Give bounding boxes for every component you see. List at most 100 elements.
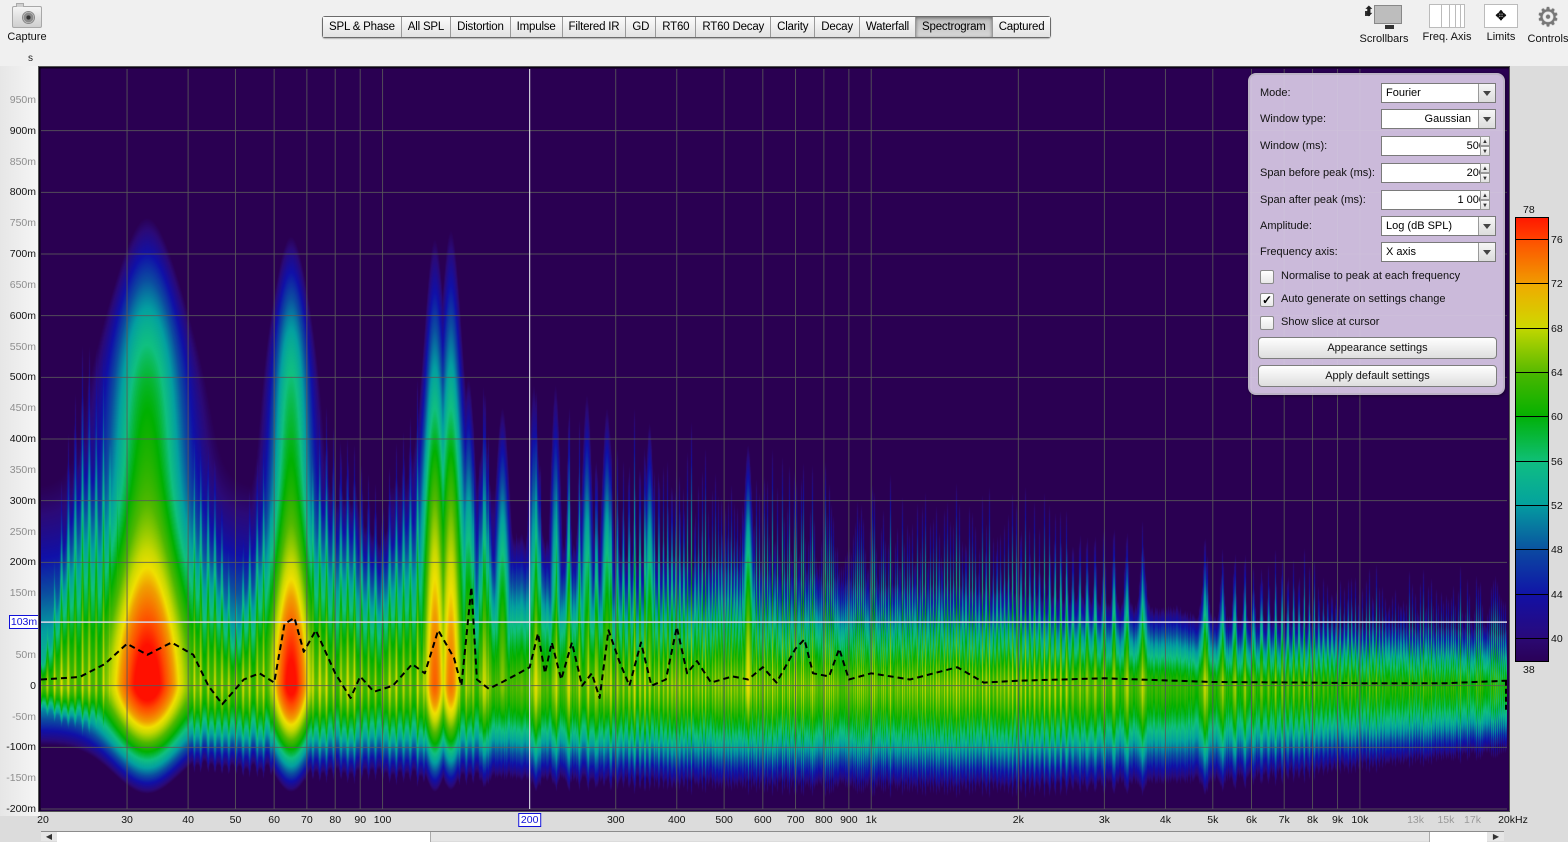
window-ms-label: Window (ms): bbox=[1260, 140, 1328, 152]
scrollbars-button[interactable]: Scrollbars bbox=[1356, 3, 1412, 45]
y-axis-unit: s bbox=[28, 53, 33, 64]
y-tick-label: 500m bbox=[9, 371, 36, 384]
colorbar-tick-label: 52 bbox=[1551, 499, 1563, 512]
y-tick-label: 750m bbox=[9, 217, 36, 230]
controls-button[interactable]: ⚙ Controls bbox=[1526, 4, 1568, 45]
tab-distortion[interactable]: Distortion bbox=[451, 17, 511, 37]
span-before-stepper[interactable]: ▲ ▼ bbox=[1480, 163, 1490, 183]
amplitude-value: Log (dB SPL) bbox=[1386, 220, 1453, 232]
stepper-down-icon[interactable]: ▼ bbox=[1480, 200, 1490, 210]
x-axis[interactable]: 20 30 40 50 60 70 80 90 100 300 400 500 600 700 800 900… bbox=[0, 812, 1568, 828]
colorbar-band bbox=[1516, 638, 1548, 661]
y-tick-label: 200m bbox=[9, 556, 36, 569]
span-after-input[interactable]: 1 000 bbox=[1381, 190, 1490, 210]
x-tick-label: 100 bbox=[373, 814, 392, 826]
frequency-axis-label: Frequency axis: bbox=[1260, 246, 1338, 258]
colorbar-band bbox=[1516, 461, 1548, 506]
colorbar-band bbox=[1516, 505, 1548, 551]
chevron-down-icon[interactable] bbox=[1478, 217, 1495, 235]
checkbox-box[interactable] bbox=[1260, 270, 1274, 284]
span-before-input[interactable]: 200 bbox=[1381, 163, 1490, 183]
colorbar-band bbox=[1516, 240, 1548, 285]
x-tick-label: 2k bbox=[1012, 814, 1024, 826]
colorbar-band bbox=[1516, 284, 1548, 329]
x-tick-label: 600 bbox=[754, 814, 772, 826]
freq-axis-button[interactable]: Freq. Axis bbox=[1418, 4, 1476, 43]
checkbox-checked-icon[interactable]: ✓ bbox=[1260, 293, 1274, 307]
y-tick-label: 250m bbox=[9, 525, 36, 538]
tab-captured[interactable]: Captured bbox=[992, 17, 1051, 37]
capture-button[interactable]: Capture bbox=[4, 3, 50, 43]
colorbar-tick-label: 56 bbox=[1551, 455, 1563, 468]
x-tick-label: 70 bbox=[301, 814, 313, 826]
colorbar-band bbox=[1516, 417, 1548, 462]
tab-clarity[interactable]: Clarity bbox=[771, 17, 816, 37]
tab-decay[interactable]: Decay bbox=[815, 17, 860, 37]
scrollbars-icon bbox=[1363, 3, 1404, 30]
stepper-up-icon[interactable]: ▲ bbox=[1480, 163, 1490, 173]
frequency-axis-select[interactable]: X axis bbox=[1381, 242, 1496, 262]
apply-default-settings-button[interactable]: Apply default settings bbox=[1258, 365, 1497, 387]
colorbar-band bbox=[1516, 550, 1548, 595]
amplitude-label: Amplitude: bbox=[1260, 220, 1312, 232]
span-after-stepper[interactable]: ▲ ▼ bbox=[1480, 190, 1490, 210]
window-ms-stepper[interactable]: ▲ ▼ bbox=[1480, 136, 1490, 156]
stepper-up-icon[interactable]: ▲ bbox=[1480, 190, 1490, 200]
stepper-down-icon[interactable]: ▼ bbox=[1480, 146, 1490, 156]
x-tick-label: 17k bbox=[1464, 814, 1481, 826]
mode-select[interactable]: Fourier bbox=[1381, 83, 1496, 103]
window-type-select[interactable]: Gaussian bbox=[1381, 109, 1496, 129]
amplitude-select[interactable]: Log (dB SPL) bbox=[1381, 216, 1496, 236]
frequency-axis-row: Frequency axis: X axis bbox=[1260, 242, 1496, 264]
span-before-row: Span before peak (ms): 200 ▲ ▼ bbox=[1260, 163, 1495, 185]
mode-value: Fourier bbox=[1386, 87, 1421, 99]
stepper-up-icon[interactable]: ▲ bbox=[1480, 136, 1490, 146]
x-tick-label: 9k bbox=[1331, 814, 1344, 826]
tab-rt60-decay[interactable]: RT60 Decay bbox=[696, 17, 772, 37]
x-tick-label: 7k bbox=[1278, 814, 1290, 826]
mode-row: Mode: Fourier bbox=[1260, 83, 1496, 105]
cursor-frequency-readout: 200 bbox=[517, 813, 542, 827]
tab-spectrogram[interactable]: Spectrogram bbox=[916, 17, 993, 37]
tab-rt60[interactable]: RT60 bbox=[656, 17, 697, 37]
window-type-label: Window type: bbox=[1260, 113, 1327, 125]
y-axis[interactable]: 950m 900m 850m 800m 750m 700m 650m 600m 550m 500m… bbox=[0, 66, 40, 816]
peak-time-curve bbox=[40, 586, 1508, 706]
x-tick-label: 300 bbox=[606, 814, 625, 826]
chevron-down-icon[interactable] bbox=[1478, 110, 1495, 128]
mode-label: Mode: bbox=[1260, 87, 1291, 99]
span-before-label: Span before peak (ms): bbox=[1260, 167, 1375, 179]
horizontal-scrollbar[interactable]: ◀ ▶ bbox=[41, 831, 1504, 842]
x-tick-label: 6k bbox=[1245, 814, 1258, 826]
tab-filtered-ir[interactable]: Filtered IR bbox=[562, 17, 627, 37]
normalise-label: Normalise to peak at each frequency bbox=[1281, 270, 1461, 282]
colorbar-band bbox=[1516, 373, 1548, 418]
chevron-down-icon[interactable] bbox=[1478, 84, 1495, 102]
y-tick-label: 0 bbox=[30, 679, 36, 692]
appearance-settings-button[interactable]: Appearance settings bbox=[1258, 337, 1497, 359]
tab-gd[interactable]: GD bbox=[626, 17, 657, 37]
spectrogram-controls-panel: Mode: Fourier Window type: Gaussian Wind… bbox=[1248, 73, 1505, 395]
checkbox-box[interactable] bbox=[1260, 316, 1274, 330]
stepper-down-icon[interactable]: ▼ bbox=[1480, 173, 1490, 183]
span-after-row: Span after peak (ms): 1 000 ▲ ▼ bbox=[1260, 190, 1495, 212]
colorbar-tick-label: 40 bbox=[1551, 632, 1563, 645]
gear-icon: ⚙ bbox=[1536, 2, 1560, 32]
window-ms-input[interactable]: 500 bbox=[1381, 136, 1490, 156]
x-tick-label: 400 bbox=[668, 814, 686, 826]
colorbar-tick-label: 48 bbox=[1551, 544, 1563, 557]
x-tick-label: 20kHz bbox=[1498, 814, 1528, 826]
tab-all-spl[interactable]: All SPL bbox=[401, 17, 452, 37]
chevron-down-icon[interactable] bbox=[1478, 243, 1495, 261]
limits-button[interactable]: ✥ Limits bbox=[1482, 4, 1520, 43]
tab-impulse[interactable]: Impulse bbox=[510, 17, 563, 37]
tab-spl-phase[interactable]: SPL & Phase bbox=[323, 17, 402, 37]
cursor-time-readout: 103m bbox=[9, 615, 39, 630]
y-tick-label: 850m bbox=[9, 155, 36, 168]
y-tick-label: -50m bbox=[12, 710, 36, 723]
y-tick-label: 900m bbox=[9, 124, 36, 137]
tab-waterfall[interactable]: Waterfall bbox=[859, 17, 917, 37]
limits-icon: ✥ bbox=[1484, 4, 1518, 28]
x-tick-label: 15k bbox=[1437, 814, 1455, 826]
x-tick-label: 10k bbox=[1351, 814, 1369, 826]
